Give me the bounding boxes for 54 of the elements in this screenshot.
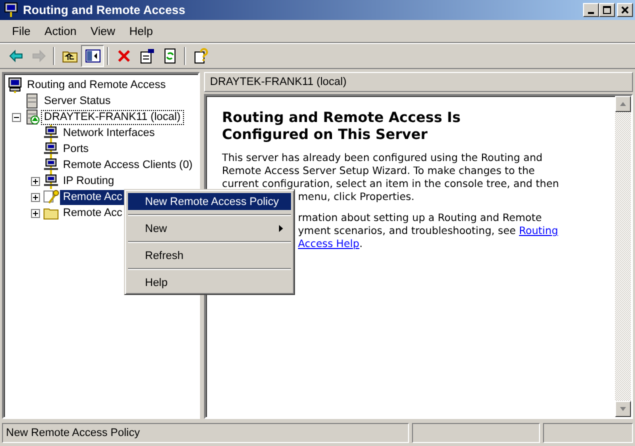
help-link[interactable]: Routing — [518, 226, 558, 237]
tree-item[interactable]: DRAYTEK-FRANK11 (local) — [41, 110, 184, 124]
maximize-icon — [602, 5, 612, 15]
tree-item[interactable]: IP Routing — [60, 174, 118, 188]
close-button[interactable] — [617, 3, 633, 17]
text-line: yment scenarios, and troubleshooting, see — [298, 226, 517, 237]
vertical-scrollbar[interactable] — [615, 96, 631, 417]
expand-icon[interactable] — [31, 176, 40, 186]
minimize-icon — [588, 12, 594, 14]
server-icon — [24, 93, 40, 109]
network-computer-icon — [43, 141, 59, 157]
expand-icon[interactable] — [31, 192, 40, 202]
computer-icon — [7, 77, 23, 93]
text-line: menu, click Properties. — [298, 192, 414, 203]
menu-item[interactable]: File — [5, 26, 38, 38]
text-line: current configuration, select an item in the console tree, and then — [222, 179, 559, 190]
tree-item[interactable]: Network Interfaces — [60, 126, 158, 140]
tree-item[interactable]: Server Status — [41, 94, 114, 108]
close-icon — [620, 5, 630, 15]
submenu-arrow-icon — [279, 225, 283, 232]
details-heading: Routing and Remote Access Is Configured on This Server — [222, 110, 462, 144]
scroll-up-icon[interactable] — [619, 100, 627, 108]
network-computer-icon — [43, 173, 59, 189]
help-link[interactable]: Access Help — [298, 239, 360, 250]
tree-item[interactable]: Ports — [60, 142, 92, 156]
tree-item[interactable]: Remote Access Clients (0) — [60, 158, 196, 172]
tree-toggle-icon[interactable] — [81, 45, 104, 67]
maximize-button[interactable] — [599, 3, 615, 17]
network-computer-icon — [43, 125, 59, 141]
tree-item[interactable]: Remote Acc — [60, 206, 126, 220]
menu-item[interactable]: Refresh — [128, 247, 291, 264]
expand-icon[interactable] — [31, 208, 40, 218]
text-line: Remote Access Server Setup Wizard. To make changes to the — [222, 166, 535, 177]
tree-item[interactable]: Remote Acc — [60, 190, 126, 204]
window-title: Routing and Remote Access — [23, 3, 186, 17]
tree-item[interactable]: Routing and Remote Access — [24, 78, 169, 92]
server-up-icon — [24, 109, 40, 125]
menu-item[interactable]: Action — [38, 26, 84, 38]
network-computer-icon — [43, 157, 59, 173]
pane-header: DRAYTEK-FRANK11 (local) — [204, 72, 633, 92]
menu-item[interactable]: Help — [128, 274, 291, 291]
menu-item[interactable]: New Remote Access Policy — [128, 193, 291, 210]
menu-item[interactable]: View — [84, 26, 122, 38]
menu-item[interactable]: Help — [122, 26, 160, 38]
collapse-icon[interactable] — [12, 112, 21, 122]
text-line: This server has already been configured using the Routing and — [222, 153, 543, 164]
text-line: rmation about setting up a Routing and Remote — [298, 213, 542, 224]
computer-icon — [3, 2, 19, 18]
scroll-down-icon[interactable] — [619, 405, 627, 413]
text-line: . — [359, 239, 363, 250]
status-text: New Remote Access Policy — [2, 423, 409, 443]
menu-item[interactable]: New — [128, 220, 291, 237]
minimize-button[interactable] — [583, 3, 599, 17]
key-policy-icon — [43, 189, 59, 205]
